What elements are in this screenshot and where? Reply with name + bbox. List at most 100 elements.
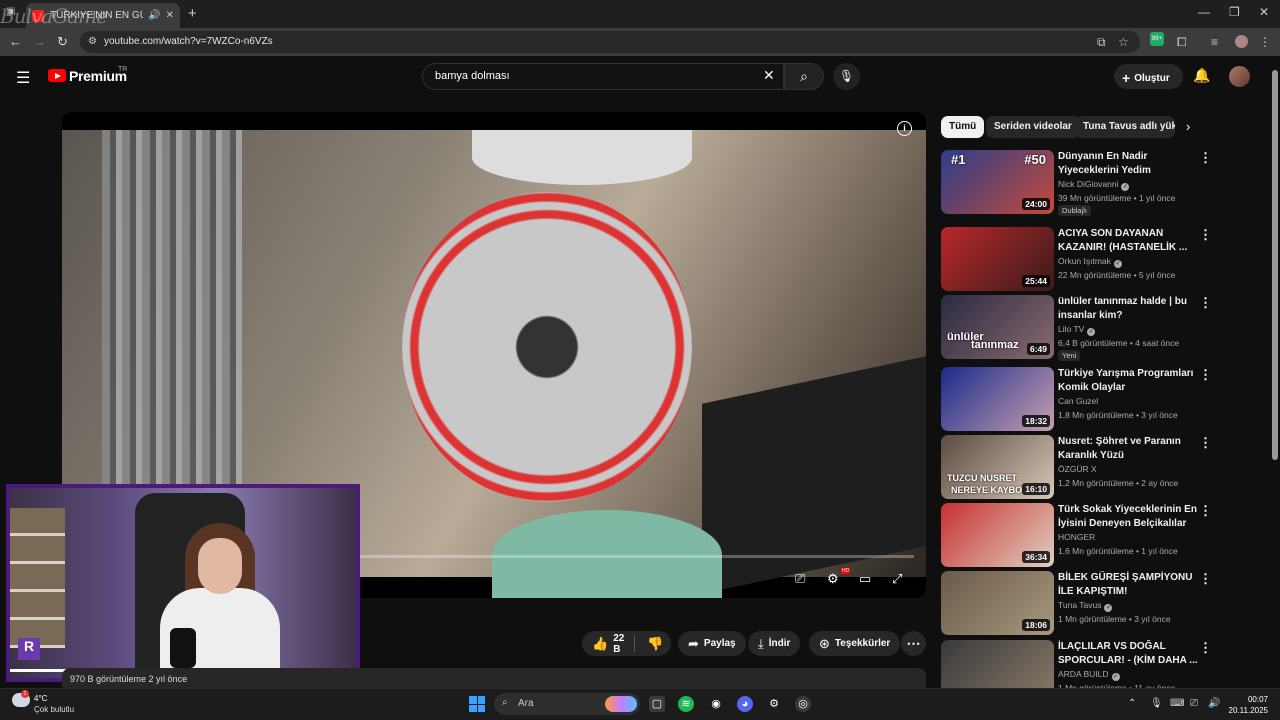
weather-cloud-icon[interactable]: 1 [12, 690, 30, 707]
network-icon[interactable]: ⎚ [1190, 698, 1198, 709]
channel-name-row[interactable]: HONGER [1058, 532, 1095, 542]
chevron-right-icon[interactable]: › [1186, 119, 1190, 134]
channel-name-row[interactable]: Orkun Işıtmak ✓ [1058, 256, 1122, 268]
share-button[interactable]: ➦ Paylaş [678, 631, 746, 656]
fullscreen-icon[interactable]: ⤢ [892, 571, 902, 587]
thanks-button[interactable]: ⊛ Teşekkürler [809, 631, 901, 656]
more-options-icon[interactable]: ⋮ [1199, 571, 1212, 587]
video-thumbnail[interactable]: 36:34 [941, 503, 1054, 567]
video-title[interactable]: ünlüler tanınmaz halde | bu insanlar kim… [1058, 295, 1198, 322]
theater-mode-icon[interactable]: ▭ [859, 571, 871, 587]
temperature[interactable]: 4°C [34, 694, 47, 703]
more-options-icon[interactable]: ⋮ [1199, 367, 1212, 383]
recommendation-item[interactable]: TUZCU NUSRET NEREYE KAYBO 16:10 Nusret: Şöh… [941, 435, 1221, 499]
reload-icon[interactable]: ↻ [57, 34, 68, 50]
discord-icon[interactable]: ◕ [737, 696, 753, 712]
download-button[interactable]: ⤓ İndir [748, 631, 801, 656]
channel-name-row[interactable]: Lilo TV ✓ [1058, 324, 1096, 336]
browser-profile-avatar[interactable] [1235, 35, 1248, 48]
url-field[interactable]: ⚙ youtube.com/watch?v=7WZCo-n6VZs [80, 31, 1140, 53]
notifications-bell-icon[interactable]: 🔔 [1193, 67, 1210, 84]
hamburger-menu-icon[interactable]: ☰ [16, 68, 30, 88]
restore-icon[interactable]: ❐ [1229, 5, 1240, 19]
description-box[interactable]: 970 B görüntüleme 2 yıl önce [62, 668, 926, 688]
settings-gear-icon[interactable]: ⚙ [827, 571, 839, 587]
more-options-icon[interactable]: ⋮ [1199, 640, 1212, 656]
chip-series[interactable]: Seriden videolar [986, 116, 1080, 138]
recommendation-item[interactable]: #1 #50 24:00 Dünyanın En Nadir Yiyeceklerin… [941, 150, 1221, 216]
extensions-icon[interactable]: ⧠ [1177, 35, 1187, 50]
channel-name-row[interactable]: ARDA BUILD ✓ [1058, 669, 1120, 681]
keyboard-icon[interactable]: ⌨ [1170, 698, 1184, 709]
info-icon[interactable]: i [897, 121, 912, 136]
more-options-icon[interactable]: ⋮ [1199, 503, 1212, 519]
more-options-icon[interactable]: ⋮ [1199, 435, 1212, 451]
video-title[interactable]: Nusret: Şöhret ve Paranın Karanlık Yüzü [1058, 435, 1198, 462]
more-actions-button[interactable]: ⋯ [901, 631, 926, 656]
close-window-icon[interactable]: ✕ [1259, 5, 1269, 19]
browser-menu-icon[interactable]: ⋮ [1259, 35, 1271, 49]
video-title[interactable]: Dünyanın En Nadir Yiyeceklerini Yedim [1058, 150, 1198, 177]
extension-badge-icon[interactable]: 99+ [1150, 32, 1164, 46]
install-app-icon[interactable]: ⧉ [1097, 35, 1106, 50]
chip-uploads[interactable]: Tuna Tavus adlı yükle [1075, 116, 1175, 138]
obs-icon[interactable]: ◉ [708, 696, 724, 712]
tray-overflow-icon[interactable]: ⌃ [1128, 698, 1136, 709]
back-icon[interactable]: ← [9, 34, 22, 49]
channel-name-row[interactable]: Tuna Tavus ✓ [1058, 600, 1113, 612]
video-title[interactable]: ACIYA SON DAYANAN KAZANIR! (HASTANELİK .… [1058, 227, 1198, 254]
channel-name-row[interactable]: ÖZGÜR X [1058, 464, 1097, 474]
weather-condition[interactable]: Çok bulutlu [34, 705, 74, 714]
voice-search-button[interactable]: 🎙 [833, 63, 860, 90]
video-thumbnail[interactable]: TUZCU NUSRET NEREYE KAYBO 16:10 [941, 435, 1054, 499]
video-title[interactable]: Türkiye Yarışma Programları Komik Olayla… [1058, 367, 1198, 394]
windows-start-icon[interactable] [469, 696, 485, 712]
video-thumbnail[interactable]: #1 #50 24:00 [941, 150, 1054, 214]
channel-name-row[interactable]: Can Guzel [1058, 396, 1098, 406]
search-button[interactable]: ⌕ [784, 63, 824, 90]
forward-icon[interactable]: → [33, 34, 46, 49]
video-thumbnail[interactable]: 18:32 [941, 367, 1054, 431]
taskbar-search[interactable]: ⌕ Ara [494, 693, 640, 715]
recommendation-item[interactable]: ünlüler tanınmaz 6:49 ünlüler tanınmaz hald… [941, 295, 1221, 361]
scrollbar-thumb[interactable] [1272, 70, 1278, 460]
new-tab-icon[interactable]: + [188, 5, 197, 22]
video-title[interactable]: Türk Sokak Yiyeceklerinin En İyisini Den… [1058, 503, 1198, 530]
taskbar-clock[interactable]: 00:07 20.11.2025 [1226, 694, 1268, 716]
youtube-logo-icon[interactable] [48, 69, 66, 82]
close-tab-icon[interactable]: ✕ [166, 10, 174, 21]
video-title[interactable]: İLAÇLILAR VS DOĞAL SPORCULAR! - (KİM DAH… [1058, 640, 1198, 667]
create-button[interactable]: + Oluştur [1114, 64, 1183, 89]
subtitles-icon[interactable]: ⎚ [795, 571, 805, 587]
like-button[interactable]: 👍 22 B [582, 633, 636, 655]
speaker-icon[interactable]: 🔊 [148, 10, 160, 21]
tray-mic-icon[interactable]: 🎙 [1150, 698, 1163, 709]
page-scrollbar[interactable] [1271, 58, 1279, 688]
more-options-icon[interactable]: ⋮ [1199, 227, 1212, 243]
reading-list-icon[interactable]: ≡ [1211, 35, 1218, 49]
video-title[interactable]: BİLEK GÜREŞİ ŞAMPİYONU İLE KAPIŞTIM! [1058, 571, 1198, 598]
volume-icon[interactable]: 🔊 [1208, 698, 1220, 709]
more-options-icon[interactable]: ⋮ [1199, 150, 1212, 166]
site-info-icon[interactable]: ⚙ [88, 36, 97, 47]
channel-name-row[interactable]: Nick DiGiovanni ✓ [1058, 179, 1130, 191]
video-thumbnail[interactable]: ünlüler tanınmaz 6:49 [941, 295, 1054, 359]
chrome-icon[interactable]: ◎ [795, 696, 811, 712]
minimize-icon[interactable]: — [1198, 5, 1210, 19]
recommendation-item[interactable]: 18:06 BİLEK GÜREŞİ ŞAMPİYONU İLE KAPIŞTIM… [941, 571, 1221, 635]
clear-search-icon[interactable]: ✕ [763, 67, 775, 84]
recommendation-item[interactable]: 25:44 ACIYA SON DAYANAN KAZANIR! (HASTANE… [941, 227, 1221, 291]
video-thumbnail[interactable]: 18:06 [941, 571, 1054, 635]
video-thumbnail[interactable]: 25:44 [941, 227, 1054, 291]
spotify-icon[interactable]: ≋ [678, 696, 694, 712]
task-view-icon[interactable]: ▢ [649, 696, 665, 712]
dislike-button[interactable]: 👎 [635, 636, 675, 652]
account-avatar[interactable] [1229, 66, 1250, 87]
recommendation-item[interactable]: 36:34 Türk Sokak Yiyeceklerinin En İyisin… [941, 503, 1221, 567]
search-input[interactable]: bamya dolması [422, 63, 784, 90]
recommendation-item[interactable]: 18:32 Türkiye Yarışma Programları Komik O… [941, 367, 1221, 431]
chip-all[interactable]: Tümü [941, 116, 985, 138]
bookmark-star-icon[interactable]: ☆ [1118, 35, 1129, 49]
steam-icon[interactable]: ⚙ [766, 696, 782, 712]
more-options-icon[interactable]: ⋮ [1199, 295, 1212, 311]
